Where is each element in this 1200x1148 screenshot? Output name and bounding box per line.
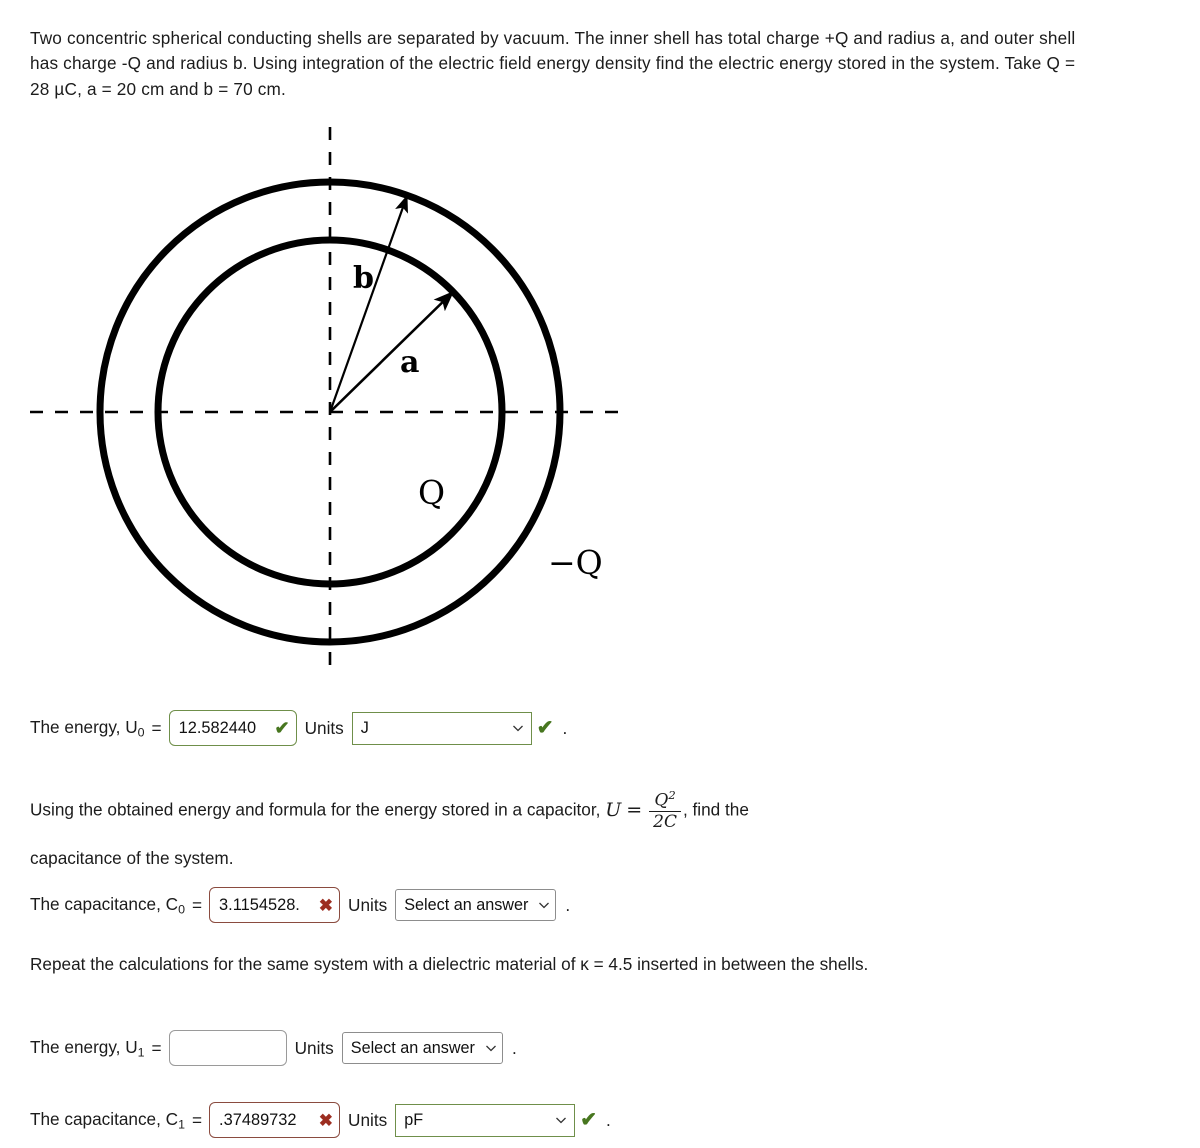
chevron-down-icon <box>512 722 524 734</box>
energy-u1-period: . <box>511 1037 517 1058</box>
capacitance-c1-subscript: 1 <box>178 1117 185 1132</box>
check-icon: ✔ <box>274 718 290 738</box>
energy-u0-units-label: Units <box>304 717 344 738</box>
energy-u0-equals: = <box>151 717 162 738</box>
formula-numerator: Q2 <box>654 788 676 811</box>
capacitance-c1-value: .37489732 <box>219 1110 297 1129</box>
chevron-down-icon <box>555 1114 567 1126</box>
figure-label-a: a <box>400 345 419 380</box>
answer-row-capacitance-c1: The capacitance, C1 = .37489732 ✖ Units … <box>30 1102 611 1138</box>
capacitance-c1-units-select[interactable]: pF <box>395 1103 576 1137</box>
capacitance-c1-units-label: Units <box>348 1109 388 1130</box>
capacitance-c0-label: The capacitance, C0 <box>30 893 185 917</box>
answer-row-energy-u1: The energy, U1 = Units Select an answer … <box>30 1030 517 1066</box>
formula-lead-text: Using the obtained energy and formula fo… <box>30 799 601 820</box>
formula-denominator: 2C <box>649 811 681 831</box>
energy-u0-units-select[interactable]: J <box>351 711 532 745</box>
formula-fraction: Q2 2C <box>649 789 681 831</box>
energy-u1-subscript: 1 <box>137 1045 145 1060</box>
energy-u1-units-select[interactable]: Select an answer <box>341 1032 503 1064</box>
answer-row-capacitance-c0: The capacitance, C0 = 3.1154528. ✖ Units… <box>30 887 570 923</box>
formula-trail-text: find the <box>692 799 749 820</box>
capacitance-c1-equals: = <box>192 1109 203 1130</box>
capacitance-c0-period: . <box>565 894 571 915</box>
dielectric-instruction-paragraph: Repeat the calculations for the same sys… <box>30 954 869 974</box>
figure-label-q: Q <box>418 473 445 512</box>
capacitance-c0-subscript: 0 <box>178 902 185 917</box>
formula-numerator-exponent: 2 <box>668 788 676 802</box>
capacitance-c0-value: 3.1154528. <box>219 895 300 914</box>
energy-u0-period: . <box>562 717 568 738</box>
chevron-down-icon <box>485 1042 497 1054</box>
formula-equals: = <box>626 799 643 822</box>
capacitance-c0-units-label: Units <box>348 894 388 915</box>
energy-u1-input[interactable] <box>168 1030 287 1066</box>
concentric-shells-figure: b a Q −Q <box>20 112 660 692</box>
capacitance-c0-equals: = <box>192 894 203 915</box>
formula-second-line: capacitance of the system. <box>30 848 234 869</box>
figure-label-b: b <box>353 261 374 296</box>
radius-a-arrow <box>329 290 455 413</box>
formula-comma: , <box>682 799 688 820</box>
capacitance-c0-units-value: Select an answer <box>404 895 529 914</box>
figure-label-minus-q: −Q <box>548 543 603 582</box>
cross-icon: ✖ <box>318 895 334 915</box>
problem-statement: Two concentric spherical conducting shel… <box>30 28 1076 99</box>
formula-symbol-u: U <box>605 799 622 822</box>
cross-icon: ✖ <box>318 1110 334 1130</box>
capacitance-c1-period: . <box>605 1109 611 1130</box>
energy-u0-subscript: 0 <box>137 725 145 740</box>
energy-u1-equals: = <box>151 1037 162 1058</box>
energy-u1-units-value: Select an answer <box>350 1038 475 1057</box>
capacitance-c1-label: The capacitance, C1 <box>30 1108 185 1132</box>
energy-u1-units-label: Units <box>294 1037 334 1058</box>
capacitance-instruction-paragraph: Using the obtained energy and formula fo… <box>30 789 1080 871</box>
answer-row-energy-u0: The energy, U0 = 12.582440 ✔ Units J ✔ . <box>30 710 567 746</box>
chevron-down-icon <box>538 899 550 911</box>
capacitance-c1-input[interactable]: .37489732 ✖ <box>209 1102 341 1138</box>
energy-u0-input[interactable]: 12.582440 ✔ <box>168 710 297 746</box>
energy-u0-label: The energy, U0 <box>30 716 145 740</box>
energy-u0-units-value: J <box>360 718 369 737</box>
check-icon: ✔ <box>580 1109 597 1131</box>
capacitance-c0-units-select[interactable]: Select an answer <box>395 889 557 921</box>
check-icon: ✔ <box>536 717 554 739</box>
energy-u1-label: The energy, U1 <box>30 1036 145 1060</box>
radius-b-arrow <box>328 194 409 413</box>
capacitance-c0-input[interactable]: 3.1154528. ✖ <box>209 887 341 923</box>
energy-u0-value: 12.582440 <box>178 718 257 737</box>
capacitance-c1-units-value: pF <box>404 1110 424 1129</box>
